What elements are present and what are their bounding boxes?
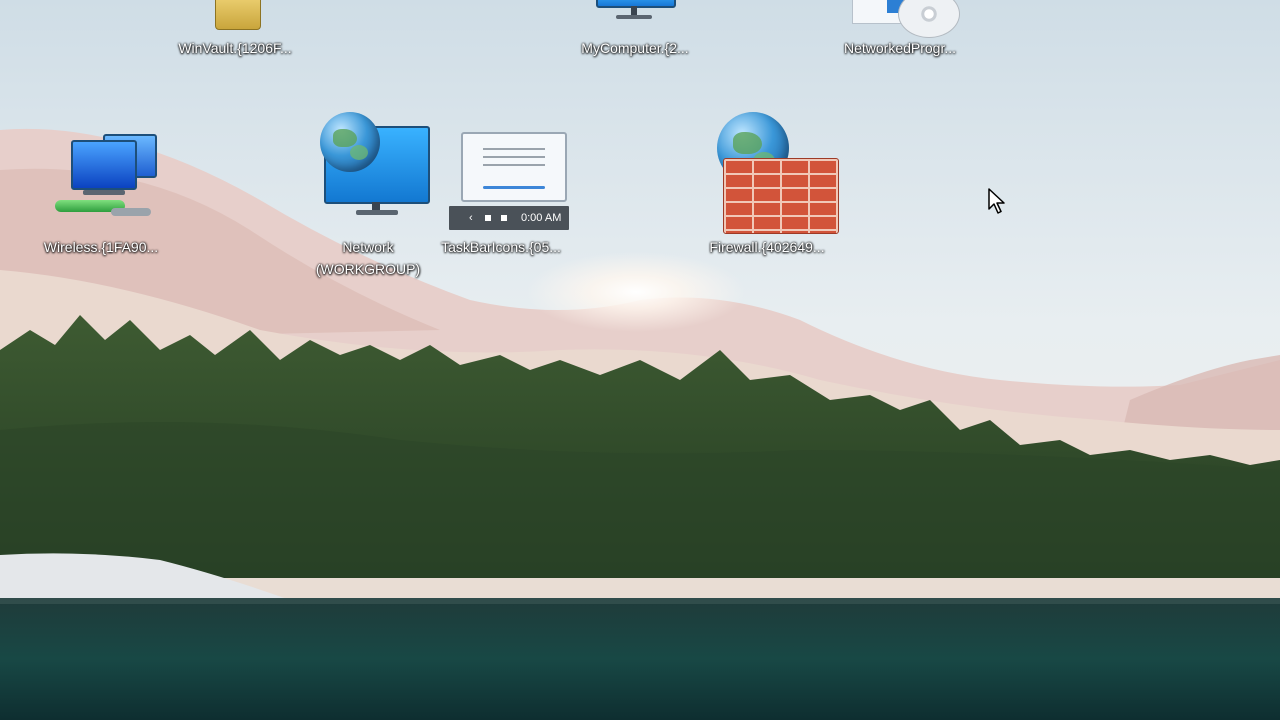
taskbar-icon <box>461 132 567 202</box>
icon-label: Firewall.{402649... <box>709 239 825 255</box>
desktop-icon-taskbaricons[interactable]: ‹ 0:00 AM TaskBarIcons.{05... <box>431 126 571 258</box>
clock-time: 0:00 AM <box>521 212 562 224</box>
icon-label: Network (WORKGROUP) <box>315 239 421 277</box>
desktop-wallpaper <box>0 0 1280 720</box>
desktop-icon-network[interactable]: Network (WORKGROUP) <box>298 112 438 280</box>
desktop-icon-wireless[interactable]: Wireless.{1FA90... <box>31 126 171 258</box>
desktop-icon-mycomputer[interactable]: MyComputer.{2... <box>565 0 705 59</box>
icon-label: WinVault.{1206F... <box>178 40 292 56</box>
desktop-icon-firewall[interactable]: Firewall.{402649... <box>697 112 839 258</box>
cd-icon <box>898 0 960 38</box>
arrow-cursor-icon <box>988 188 1008 219</box>
desktop-icon-networkedprograms[interactable]: NetworkedProgr... <box>830 0 970 59</box>
icon-label: NetworkedProgr... <box>843 40 957 56</box>
chevron-left-icon: ‹ <box>469 212 473 224</box>
icon-label: TaskBarIcons.{05... <box>441 239 561 255</box>
icon-label: MyComputer.{2... <box>581 40 689 56</box>
taskbar-strip: ‹ 0:00 AM <box>449 206 569 230</box>
globe-icon <box>320 112 380 172</box>
icon-label: Wireless.{1FA90... <box>43 239 159 255</box>
vault-icon <box>215 0 261 30</box>
desktop-icon-winvault[interactable]: WinVault.{1206F... <box>165 0 305 59</box>
firewall-icon <box>723 158 839 234</box>
